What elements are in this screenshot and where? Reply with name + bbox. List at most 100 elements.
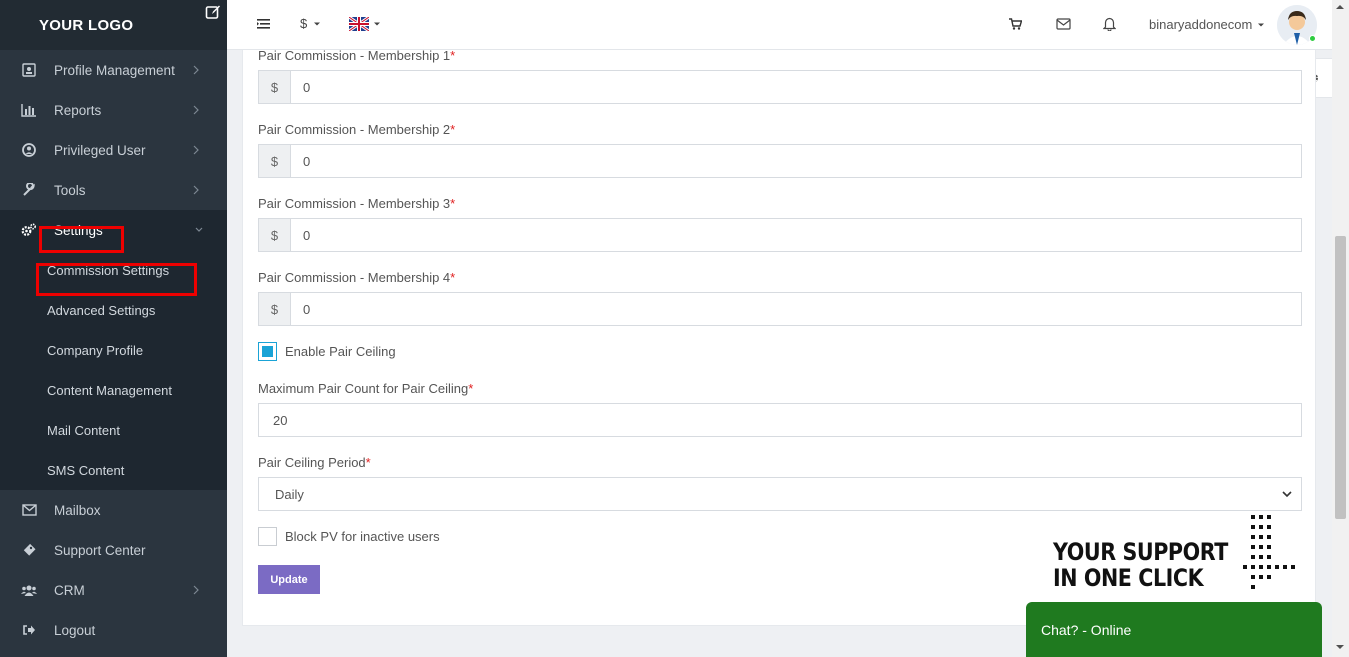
checkbox-checked[interactable] xyxy=(258,342,277,361)
mail-icon[interactable] xyxy=(1056,18,1071,30)
input-value[interactable]: 0 xyxy=(291,219,310,251)
field-label-membership-2: Pair Commission - Membership 2* xyxy=(258,122,455,137)
sidebar-item-label: Reports xyxy=(54,102,102,118)
caret-down-icon xyxy=(374,22,380,26)
language-dropdown[interactable] xyxy=(349,17,381,31)
settings-submenu: Commission Settings Advanced Settings Co… xyxy=(0,250,227,490)
chevron-down-icon xyxy=(1282,491,1292,498)
caret-down-icon xyxy=(1258,23,1265,26)
submenu-item-advanced-settings[interactable]: Advanced Settings xyxy=(0,290,227,330)
field-label-membership-4: Pair Commission - Membership 4* xyxy=(258,270,455,285)
sign-out-icon xyxy=(20,621,38,639)
chevron-right-icon xyxy=(193,105,199,115)
sidebar-item-label: Tools xyxy=(54,182,86,198)
input-value[interactable]: 0 xyxy=(291,145,310,177)
wrench-icon xyxy=(20,181,38,199)
edit-icon[interactable] xyxy=(205,4,221,20)
select-value: Daily xyxy=(275,486,304,502)
label-text: Pair Ceiling Period xyxy=(258,455,366,470)
sidebar-item-logout[interactable]: Logout xyxy=(0,610,227,650)
max-pair-count-input[interactable]: 20 xyxy=(258,403,1302,437)
support-line-2: IN ONE CLICK xyxy=(1053,564,1204,592)
sidebar-item-profile-management[interactable]: Profile Management xyxy=(0,50,227,90)
sidebar-item-label: Support Center xyxy=(54,542,146,558)
submenu-item-sms-content[interactable]: SMS Content xyxy=(0,450,227,490)
support-text: YOUR SUPPORT IN ONE CLICK xyxy=(1053,539,1228,591)
pair-ceiling-period-select[interactable]: Daily xyxy=(258,477,1302,511)
support-badge[interactable]: YOUR SUPPORT IN ONE CLICK xyxy=(1053,513,1303,598)
submenu-item-company-profile[interactable]: Company Profile xyxy=(0,330,227,370)
membership-4-input[interactable]: $ 0 xyxy=(258,292,1302,326)
field-label-max-pair-count: Maximum Pair Count for Pair Ceiling* xyxy=(258,381,473,396)
label-text: Pair Commission - Membership 1 xyxy=(258,48,451,63)
uk-flag-icon xyxy=(349,17,369,31)
input-value[interactable]: 0 xyxy=(291,71,310,103)
ticket-icon xyxy=(20,541,38,559)
cart-icon[interactable] xyxy=(1009,18,1022,30)
sidebar-item-crm[interactable]: CRM xyxy=(0,570,227,610)
page-scrollbar[interactable] xyxy=(1332,0,1349,657)
bell-icon[interactable] xyxy=(1103,16,1116,31)
label-text: Maximum Pair Count for Pair Ceiling xyxy=(258,381,469,396)
field-label-membership-3: Pair Commission - Membership 3* xyxy=(258,196,455,211)
scroll-up-arrow[interactable] xyxy=(1336,5,1344,9)
user-menu[interactable]: binaryaddonecom xyxy=(1149,17,1265,32)
chevron-right-icon xyxy=(193,585,199,595)
checkbox-label: Block PV for inactive users xyxy=(285,529,440,544)
currency-symbol: $ xyxy=(300,16,308,31)
required-mark: * xyxy=(450,196,456,211)
scroll-thumb[interactable] xyxy=(1335,236,1346,519)
sidebar-item-tools[interactable]: Tools xyxy=(0,170,227,210)
membership-2-input[interactable]: $ 0 xyxy=(258,144,1302,178)
caret-down-icon xyxy=(314,22,321,25)
scroll-down-arrow[interactable] xyxy=(1336,645,1344,649)
chat-widget[interactable]: Chat? - Online xyxy=(1026,602,1322,657)
input-value[interactable]: 0 xyxy=(291,293,310,325)
block-pv-checkbox[interactable]: Block PV for inactive users xyxy=(258,527,440,546)
enable-pair-ceiling-checkbox[interactable]: Enable Pair Ceiling xyxy=(258,342,396,361)
chevron-down-icon xyxy=(195,227,203,232)
currency-dropdown[interactable]: $ xyxy=(300,16,321,31)
bar-chart-icon xyxy=(20,101,38,119)
label-text: Pair Commission - Membership 2 xyxy=(258,122,451,137)
field-label-pair-ceiling-period: Pair Ceiling Period* xyxy=(258,455,371,470)
currency-addon: $ xyxy=(259,219,291,251)
checkbox-unchecked[interactable] xyxy=(258,527,277,546)
dots-pattern-icon xyxy=(1243,515,1295,589)
sidebar: YOUR LOGO Profile Management Reports Pri… xyxy=(0,0,227,657)
required-mark: * xyxy=(365,455,371,470)
currency-addon: $ xyxy=(259,145,291,177)
sidebar-item-label: Profile Management xyxy=(54,62,175,78)
required-mark: * xyxy=(468,381,474,396)
checkbox-label: Enable Pair Ceiling xyxy=(285,344,396,359)
logo-bar: YOUR LOGO xyxy=(0,0,227,50)
submenu-item-commission-settings[interactable]: Commission Settings xyxy=(0,250,227,290)
membership-3-input[interactable]: $ 0 xyxy=(258,218,1302,252)
logo[interactable]: YOUR LOGO xyxy=(39,17,133,34)
submenu-item-mail-content[interactable]: Mail Content xyxy=(0,410,227,450)
online-status-dot xyxy=(1309,35,1316,42)
chevron-right-icon xyxy=(193,185,199,195)
sidebar-item-support-center[interactable]: Support Center xyxy=(0,530,227,570)
sidebar-item-settings[interactable]: Settings xyxy=(0,210,227,250)
sidebar-item-mailbox[interactable]: Mailbox xyxy=(0,490,227,530)
chevron-right-icon xyxy=(193,65,199,75)
sidebar-item-label: Settings xyxy=(54,222,103,238)
users-icon xyxy=(20,581,38,599)
sidebar-item-label: Privileged User xyxy=(54,142,146,158)
submenu-item-content-management[interactable]: Content Management xyxy=(0,370,227,410)
required-mark: * xyxy=(450,122,456,137)
sidebar-item-label: CRM xyxy=(54,582,85,598)
label-text: Pair Commission - Membership 4 xyxy=(258,270,451,285)
cogs-icon xyxy=(20,221,38,239)
currency-addon: $ xyxy=(259,71,291,103)
sidebar-item-privileged-user[interactable]: Privileged User xyxy=(0,130,227,170)
chevron-right-icon xyxy=(193,145,199,155)
support-line-1: YOUR SUPPORT xyxy=(1053,538,1228,566)
sidebar-item-label: Logout xyxy=(54,622,96,638)
sidebar-item-reports[interactable]: Reports xyxy=(0,90,227,130)
membership-1-input[interactable]: $ 0 xyxy=(258,70,1302,104)
menu-toggle-icon[interactable] xyxy=(257,18,270,30)
username: binaryaddonecom xyxy=(1149,17,1253,32)
update-button[interactable]: Update xyxy=(258,565,320,594)
